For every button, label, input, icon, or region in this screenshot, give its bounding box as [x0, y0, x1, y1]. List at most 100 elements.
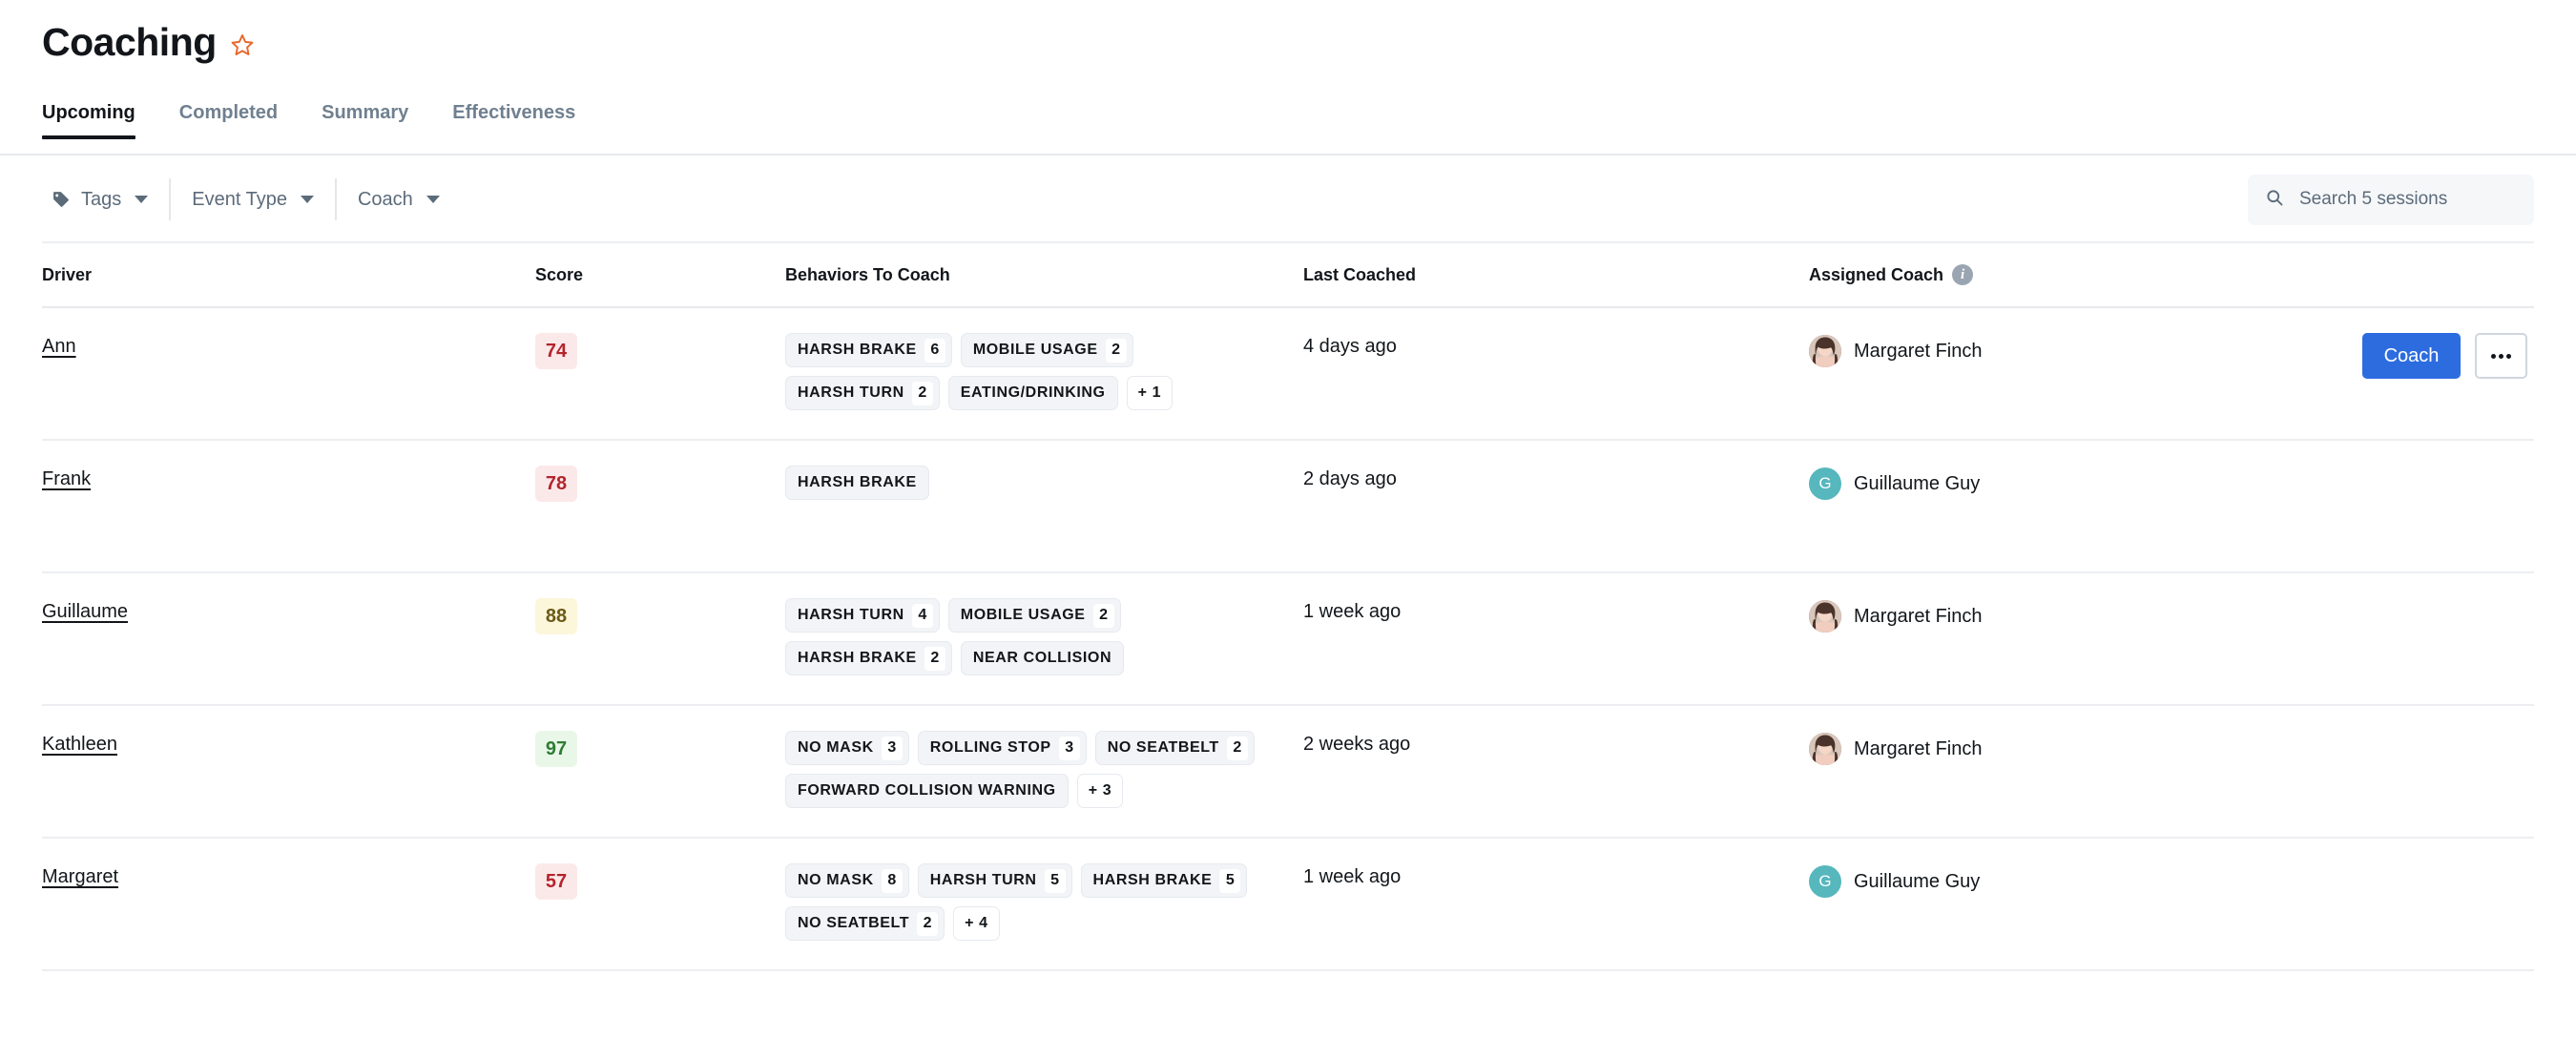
behavior-chip-count: 2	[911, 381, 933, 405]
cell-behaviors: HARSH BRAKE	[785, 466, 1303, 501]
behavior-chip[interactable]: NO MASK 3	[785, 731, 909, 766]
behavior-chip[interactable]: NO SEATBELT 2	[785, 906, 945, 942]
column-header-assigned-coach-label: Assigned Coach	[1809, 264, 1944, 284]
column-header-last-coached: Last Coached	[1303, 264, 1417, 284]
filter-coach[interactable]: Coach	[337, 183, 461, 217]
tabs: Upcoming Completed Summary Effectiveness	[42, 102, 2576, 140]
coach-button[interactable]: Coach	[2362, 333, 2461, 380]
table-row[interactable]: Frank 78 HARSH BRAKE 2 days ago G Guillaume G…	[42, 441, 2534, 574]
behavior-chip-list: NO MASK 3 ROLLING STOP 3 NO SEATBELT 2 FORWARD…	[785, 731, 1281, 809]
search-box[interactable]	[2248, 174, 2534, 225]
chevron-down-icon	[135, 196, 149, 204]
cell-score: 57	[535, 863, 785, 901]
behavior-chip-overflow[interactable]: + 3	[1076, 774, 1124, 809]
behavior-chip[interactable]: ROLLING STOP 3	[917, 731, 1087, 766]
coach-cell: Margaret Finch	[1809, 731, 2362, 766]
cell-actions: Coach	[2362, 333, 2534, 380]
table-body: Ann 74 HARSH BRAKE 6 MOBILE USAGE 2 HARSH TURN…	[42, 308, 2534, 972]
table-row[interactable]: Guillaume 88 HARSH TURN 4 MOBILE USAGE 2 HARSH…	[42, 573, 2534, 707]
driver-link[interactable]: Frank	[42, 466, 91, 492]
cell-behaviors: HARSH TURN 4 MOBILE USAGE 2 HARSH BRAKE 2 NEAR…	[785, 598, 1303, 676]
table-row[interactable]: Margaret 57 NO MASK 8 HARSH TURN 5 HARSH BRAKE…	[42, 839, 2534, 972]
score-badge: 57	[535, 863, 577, 901]
filter-tags[interactable]: Tags	[42, 183, 169, 217]
behavior-chip[interactable]: HARSH BRAKE 5	[1080, 863, 1248, 899]
ellipsis-icon	[2506, 353, 2511, 359]
tab-summary[interactable]: Summary	[322, 102, 431, 139]
filter-event-type-label: Event Type	[192, 188, 287, 210]
behavior-chip[interactable]: NEAR COLLISION	[960, 641, 1125, 676]
coach-cell: Margaret Finch	[1809, 333, 2362, 368]
cell-assigned-coach: Margaret Finch	[1809, 333, 2362, 368]
cell-last-coached: 1 week ago	[1303, 863, 1809, 890]
behavior-chip[interactable]: HARSH BRAKE 6	[785, 333, 952, 368]
behavior-chip[interactable]: HARSH TURN 4	[785, 598, 940, 633]
cell-assigned-coach: Margaret Finch	[1809, 598, 2362, 633]
column-header-driver: Driver	[42, 264, 93, 284]
behavior-chip[interactable]: NO SEATBELT 2	[1094, 731, 1255, 766]
search-input[interactable]	[2297, 188, 2517, 212]
cell-behaviors: HARSH BRAKE 6 MOBILE USAGE 2 HARSH TURN 2 EATI…	[785, 333, 1303, 411]
behavior-chip-label: NO SEATBELT	[1107, 739, 1219, 757]
behavior-chip-label: HARSH TURN	[798, 607, 904, 624]
driver-link[interactable]: Ann	[42, 333, 76, 360]
behavior-chip[interactable]: EATING/DRINKING	[947, 376, 1118, 411]
coach-name: Guillaume Guy	[1854, 472, 1981, 494]
behavior-chip-overflow[interactable]: + 4	[953, 906, 1000, 942]
cell-last-coached: 4 days ago	[1303, 333, 1809, 360]
coach-cell: G Guillaume Guy	[1809, 863, 2362, 899]
cell-driver: Frank	[42, 466, 535, 492]
behavior-chip[interactable]: HARSH BRAKE	[785, 466, 929, 501]
cell-last-coached: 2 weeks ago	[1303, 731, 1809, 758]
behavior-chip[interactable]: FORWARD COLLISION WARNING	[785, 774, 1069, 809]
behavior-chip[interactable]: HARSH TURN 5	[917, 863, 1072, 899]
page-title: Coaching	[42, 20, 217, 64]
avatar: G	[1809, 865, 1841, 899]
row-actions: Coach	[2362, 333, 2527, 380]
coach-name: Guillaume Guy	[1854, 870, 1981, 892]
cell-score: 88	[535, 598, 785, 635]
behavior-chip-count: 6	[924, 338, 945, 363]
behavior-chip-count: 3	[881, 736, 903, 760]
cell-score: 97	[535, 731, 785, 768]
more-options-button[interactable]	[2475, 333, 2527, 380]
behavior-chip-label: HARSH BRAKE	[798, 474, 917, 491]
behavior-chip[interactable]: MOBILE USAGE 2	[960, 333, 1133, 368]
favorite-star-icon[interactable]	[230, 32, 255, 57]
behavior-chip-overflow[interactable]: + 1	[1126, 376, 1174, 411]
tag-icon	[52, 190, 71, 209]
tab-completed[interactable]: Completed	[179, 102, 301, 139]
coach-name: Margaret Finch	[1854, 340, 1983, 362]
chevron-down-icon	[300, 196, 314, 204]
avatar	[1809, 600, 1841, 633]
behavior-chip-count: 2	[1226, 736, 1248, 760]
behavior-chip[interactable]: NO MASK 8	[785, 863, 909, 899]
behavior-chip-label: HARSH BRAKE	[798, 342, 917, 359]
tab-upcoming[interactable]: Upcoming	[42, 102, 158, 140]
behavior-chip[interactable]: MOBILE USAGE 2	[947, 598, 1121, 633]
tab-effectiveness[interactable]: Effectiveness	[452, 102, 598, 139]
last-coached-text: 2 weeks ago	[1303, 734, 1411, 756]
chevron-down-icon	[426, 196, 440, 204]
filter-event-type[interactable]: Event Type	[171, 183, 335, 217]
driver-link[interactable]: Kathleen	[42, 731, 117, 758]
behavior-chip[interactable]: HARSH TURN 2	[785, 376, 940, 411]
table-row[interactable]: Kathleen 97 NO MASK 3 ROLLING STOP 3 NO SEATBE…	[42, 706, 2534, 840]
behavior-chip-count: 2	[1092, 603, 1114, 628]
page-header: Coaching	[0, 0, 2576, 64]
info-icon[interactable]: i	[1952, 264, 1974, 286]
behavior-chip-label: NO MASK	[798, 872, 874, 889]
driver-link[interactable]: Guillaume	[42, 598, 128, 625]
behavior-chip-label: FORWARD COLLISION WARNING	[798, 782, 1056, 799]
ellipsis-icon	[2499, 353, 2503, 359]
last-coached-text: 2 days ago	[1303, 468, 1397, 490]
behavior-chip-label: HARSH BRAKE	[798, 650, 917, 667]
cell-assigned-coach: Margaret Finch	[1809, 731, 2362, 766]
table-row[interactable]: Ann 74 HARSH BRAKE 6 MOBILE USAGE 2 HARSH TURN…	[42, 308, 2534, 442]
coach-name: Margaret Finch	[1854, 605, 1983, 627]
driver-link[interactable]: Margaret	[42, 863, 118, 890]
behavior-chip[interactable]: HARSH BRAKE 2	[785, 641, 952, 676]
cell-assigned-coach: G Guillaume Guy	[1809, 863, 2362, 899]
behavior-chip-list: HARSH BRAKE 6 MOBILE USAGE 2 HARSH TURN 2 EATI…	[785, 333, 1281, 411]
score-badge: 88	[535, 598, 577, 635]
